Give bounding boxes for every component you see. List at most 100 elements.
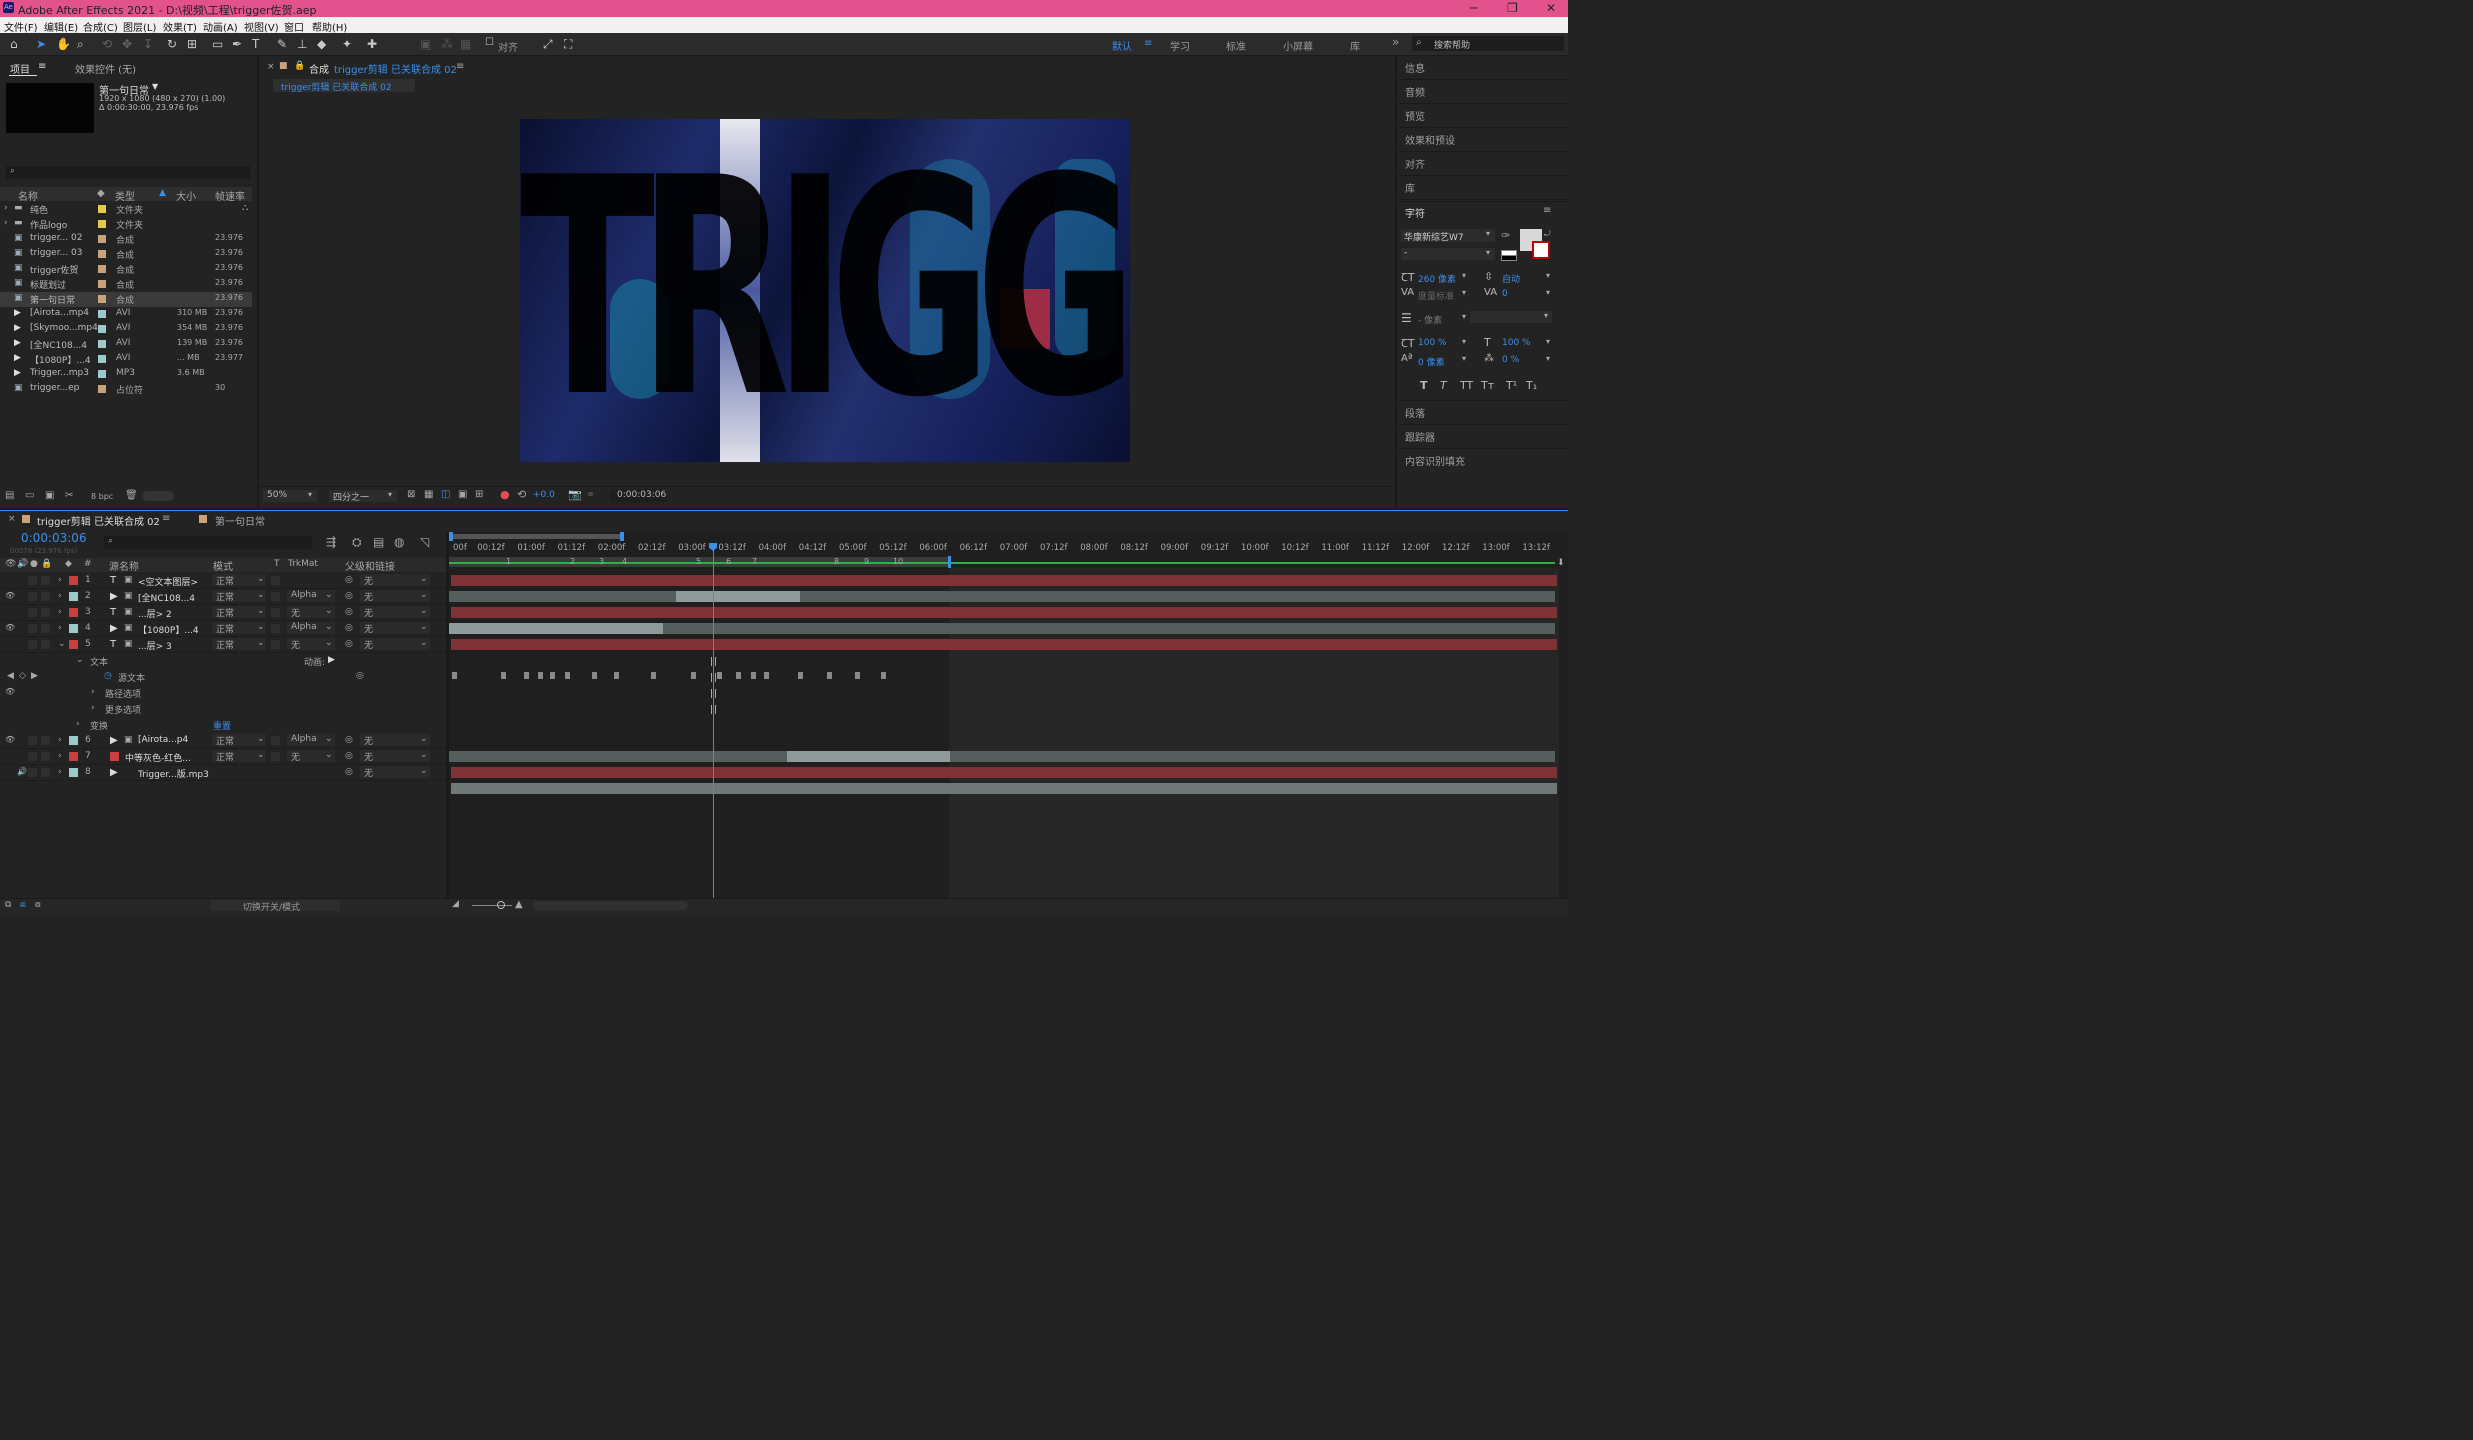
character-menu-icon[interactable]: ≡ bbox=[1543, 205, 1551, 216]
graph-editor-icon[interactable]: ◹ bbox=[420, 535, 429, 549]
chevron-down-icon[interactable]: ▾ bbox=[1546, 337, 1550, 346]
panel-section-2[interactable]: 预览 bbox=[1405, 108, 1425, 123]
label-tag-icon[interactable]: ◆ bbox=[97, 188, 105, 199]
close-tab-icon[interactable]: × bbox=[8, 514, 16, 524]
pick-whip-icon[interactable]: ◎ bbox=[345, 623, 353, 633]
project-item[interactable]: ▶ [Airota...mp4 AVI 310 MB 23.976 bbox=[0, 307, 252, 322]
audio-toggle-icon[interactable]: 🔊 bbox=[17, 559, 28, 569]
label-swatch[interactable] bbox=[98, 220, 106, 228]
layer-row[interactable]: ⌄ 5 T ▣ ...层> 3 正常 ⌄ 无 ⌄ ◎ 无 ⌄ bbox=[0, 637, 446, 653]
layer-bar[interactable] bbox=[451, 575, 1557, 586]
layer-row[interactable]: › 3 T ▣ ...层> 2 正常 ⌄ 无 ⌄ ◎ 无 ⌄ bbox=[0, 605, 446, 621]
time-zoom-slider[interactable] bbox=[472, 905, 512, 906]
layer-row[interactable]: 👁 › 2 ▶ ▣ [全NC108...4 正常 ⌄ Alpha ⌄ ◎ 无 ⌄ bbox=[0, 589, 446, 605]
layer-name[interactable]: 【1080P】...4 bbox=[138, 623, 199, 636]
layer-row[interactable]: › 1 T ▣ <空文本图层> 正常 ⌄ ◎ 无 ⌄ bbox=[0, 573, 446, 589]
pick-whip-icon[interactable]: ◎ bbox=[345, 575, 353, 585]
layer-name[interactable]: [Airota...p4 bbox=[138, 735, 188, 745]
label-swatch[interactable] bbox=[98, 355, 106, 363]
more-options-row[interactable]: › 更多选项 bbox=[0, 701, 446, 716]
layer-bar[interactable] bbox=[451, 767, 1557, 778]
pick-whip-icon[interactable]: ◎ bbox=[345, 639, 353, 649]
trkmat-dropdown[interactable]: Alpha ⌄ bbox=[287, 590, 335, 602]
workspace-libraries[interactable]: 库 bbox=[1350, 38, 1360, 53]
project-item[interactable]: ▶ [全NC108...4 AVI 139 MB 23.976 bbox=[0, 337, 252, 352]
font-family-dropdown[interactable]: 华康新综艺W7 ▾ bbox=[1401, 229, 1495, 243]
reset-exposure-icon[interactable]: ⟲ bbox=[517, 488, 526, 501]
search-help-box[interactable]: ⌕ 搜索帮助 bbox=[1412, 36, 1564, 51]
blend-mode-dropdown[interactable]: 正常 ⌄ bbox=[212, 734, 266, 747]
layer-name[interactable]: [全NC108...4 bbox=[138, 591, 195, 604]
region-of-interest-icon[interactable]: ▣ bbox=[458, 489, 467, 500]
prev-keyframe-icon[interactable]: ◀ bbox=[7, 671, 14, 681]
text-keyframe[interactable] bbox=[751, 672, 756, 679]
subscript-button[interactable]: T₁ bbox=[1526, 379, 1537, 392]
faux-bold-button[interactable]: T bbox=[1420, 379, 1428, 392]
menu-composition[interactable]: 合成(C) bbox=[83, 19, 118, 34]
pick-whip-icon[interactable]: ◎ bbox=[345, 607, 353, 617]
timeline-tab-other[interactable]: 第一句日常 bbox=[215, 513, 265, 528]
comp-tab-name[interactable]: trigger剪辑 已关联合成 02 bbox=[334, 61, 457, 76]
layer-bar[interactable] bbox=[449, 623, 663, 634]
comp-marker[interactable]: 6 bbox=[726, 557, 731, 566]
layer-bar[interactable] bbox=[451, 639, 1557, 650]
text-keyframe[interactable] bbox=[614, 672, 619, 679]
comp-marker[interactable]: 2 bbox=[570, 557, 575, 566]
layer-bar[interactable] bbox=[663, 623, 1555, 634]
label-swatch[interactable] bbox=[98, 370, 106, 378]
parent-dropdown[interactable]: 无 ⌄ bbox=[360, 734, 430, 747]
snap-icon[interactable]: ⤢ bbox=[543, 37, 553, 52]
layer-label-swatch[interactable] bbox=[69, 608, 78, 617]
expand-arrow-icon[interactable]: › bbox=[58, 591, 62, 601]
show-snapshot-icon[interactable]: ⚭ bbox=[586, 488, 595, 501]
expand-arrow-icon[interactable]: › bbox=[58, 751, 62, 761]
chevron-down-icon[interactable]: ▾ bbox=[1462, 354, 1466, 363]
search-help-input[interactable]: 搜索帮助 bbox=[1434, 38, 1470, 51]
panel-section-5[interactable]: 库 bbox=[1405, 180, 1415, 195]
chevron-down-icon[interactable]: ▾ bbox=[1546, 354, 1550, 363]
mask-visibility-icon[interactable]: ◫ bbox=[441, 489, 450, 500]
layer-name[interactable]: <空文本图层> bbox=[138, 575, 198, 588]
selected-item-dropdown-icon[interactable]: ▼ bbox=[152, 82, 158, 91]
panel-section-0[interactable]: 信息 bbox=[1405, 60, 1425, 75]
blend-mode-dropdown[interactable]: 正常 ⌄ bbox=[212, 622, 266, 635]
comp-viewer[interactable]: TRIGGER bbox=[520, 119, 1130, 462]
more-workspaces-icon[interactable]: » bbox=[1392, 35, 1399, 49]
label-swatch[interactable] bbox=[98, 295, 106, 303]
guides-icon[interactable]: ⊞ bbox=[475, 489, 483, 500]
minimize-button[interactable]: ─ bbox=[1470, 1, 1477, 15]
timeline-tab-active[interactable]: trigger剪辑 已关联合成 02 bbox=[37, 513, 160, 528]
text-keyframe[interactable] bbox=[691, 672, 696, 679]
eyedropper-icon[interactable]: ✑ bbox=[1501, 229, 1510, 242]
project-item[interactable]: ▣ trigger佐贺 合成 23.976 bbox=[0, 262, 252, 277]
menu-file[interactable]: 文件(F) bbox=[4, 19, 38, 34]
pick-whip-icon[interactable]: ◎ bbox=[345, 751, 353, 761]
baseline-shift-value[interactable]: 0 像素 bbox=[1418, 355, 1445, 368]
speaker-icon[interactable]: 🔊 bbox=[17, 767, 27, 776]
transparency-grid-icon[interactable]: ▦ bbox=[424, 489, 433, 500]
leading-value[interactable]: 自动 bbox=[1502, 272, 1520, 285]
layer-bar[interactable] bbox=[449, 591, 1555, 602]
hand-tool-icon[interactable]: ✋ bbox=[56, 37, 71, 51]
text-keyframe[interactable] bbox=[736, 672, 741, 679]
no-fill-toggle[interactable] bbox=[1501, 250, 1517, 261]
expand-arrow-icon[interactable]: › bbox=[58, 623, 62, 633]
eraser-tool-icon[interactable]: ◆ bbox=[317, 37, 326, 51]
pan-behind-icon[interactable]: ⊞ bbox=[187, 37, 197, 51]
zoom-out-icon[interactable]: ◢ bbox=[452, 899, 459, 909]
solo-box[interactable] bbox=[28, 768, 37, 777]
parent-dropdown[interactable]: 无 ⌄ bbox=[360, 590, 430, 603]
local-axis-icon[interactable]: ▣ bbox=[420, 37, 431, 51]
project-item[interactable]: › ▬ 作品logo 文件夹 bbox=[0, 217, 252, 232]
label-swatch[interactable] bbox=[98, 205, 106, 213]
comp-marker[interactable]: 1 bbox=[506, 557, 511, 566]
label-swatch[interactable] bbox=[98, 325, 106, 333]
zoom-dropdown[interactable]: 50% ▾ bbox=[263, 490, 317, 502]
pick-whip-icon[interactable]: ◎ bbox=[345, 735, 353, 745]
layer-bar[interactable] bbox=[451, 783, 1557, 794]
solo-box[interactable] bbox=[28, 736, 37, 745]
solo-box[interactable] bbox=[28, 624, 37, 633]
expand-arrow-icon[interactable]: › bbox=[58, 575, 62, 585]
preserve-transparency-box[interactable] bbox=[271, 736, 280, 745]
layer-label-swatch[interactable] bbox=[69, 592, 78, 601]
